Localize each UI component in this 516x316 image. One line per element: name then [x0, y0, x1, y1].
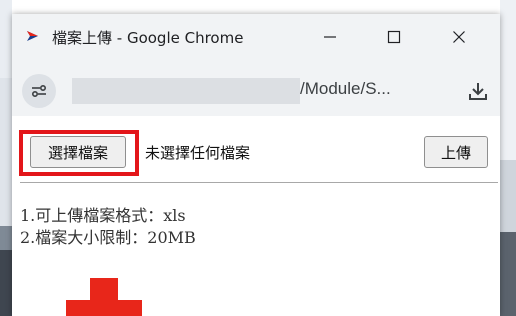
choose-file-button[interactable]: 選擇檔案	[30, 136, 126, 168]
download-icon	[469, 83, 487, 100]
note-file-size: 2.檔案大小限制：20MB	[20, 228, 196, 247]
maximize-button[interactable]	[374, 22, 414, 52]
background-page-left	[0, 0, 12, 316]
upload-page: 選擇檔案 未選擇任何檔案 上傳 1.可上傳檔案格式：xls 2.檔案大小限制：2…	[12, 116, 500, 316]
upload-button[interactable]: 上傳	[424, 136, 488, 168]
note-file-format: 1.可上傳檔案格式：xls	[20, 206, 186, 225]
no-file-selected-label: 未選擇任何檔案	[145, 144, 251, 162]
site-info-button[interactable]	[22, 74, 56, 108]
title-bar: 檔案上傳 - Google Chrome	[12, 14, 500, 60]
down-arrow-icon	[66, 278, 142, 316]
url-redacted-region	[72, 78, 300, 104]
address-bar-row: /Module/S...	[12, 60, 500, 116]
maximize-icon	[387, 30, 401, 44]
chrome-app-icon	[27, 31, 38, 41]
background-page-right	[500, 0, 516, 316]
minimize-button[interactable]	[310, 22, 350, 52]
url-text[interactable]: /Module/S...	[300, 79, 391, 99]
popup-window: 檔案上傳 - Google Chrome /Module/S... 選擇檔案 未…	[12, 14, 500, 316]
download-button[interactable]	[464, 77, 492, 105]
divider	[20, 182, 498, 183]
close-icon	[453, 31, 465, 43]
minimize-icon	[324, 36, 336, 38]
close-button[interactable]	[439, 22, 479, 52]
window-title: 檔案上傳 - Google Chrome	[52, 29, 244, 47]
site-info-icon	[31, 84, 47, 98]
